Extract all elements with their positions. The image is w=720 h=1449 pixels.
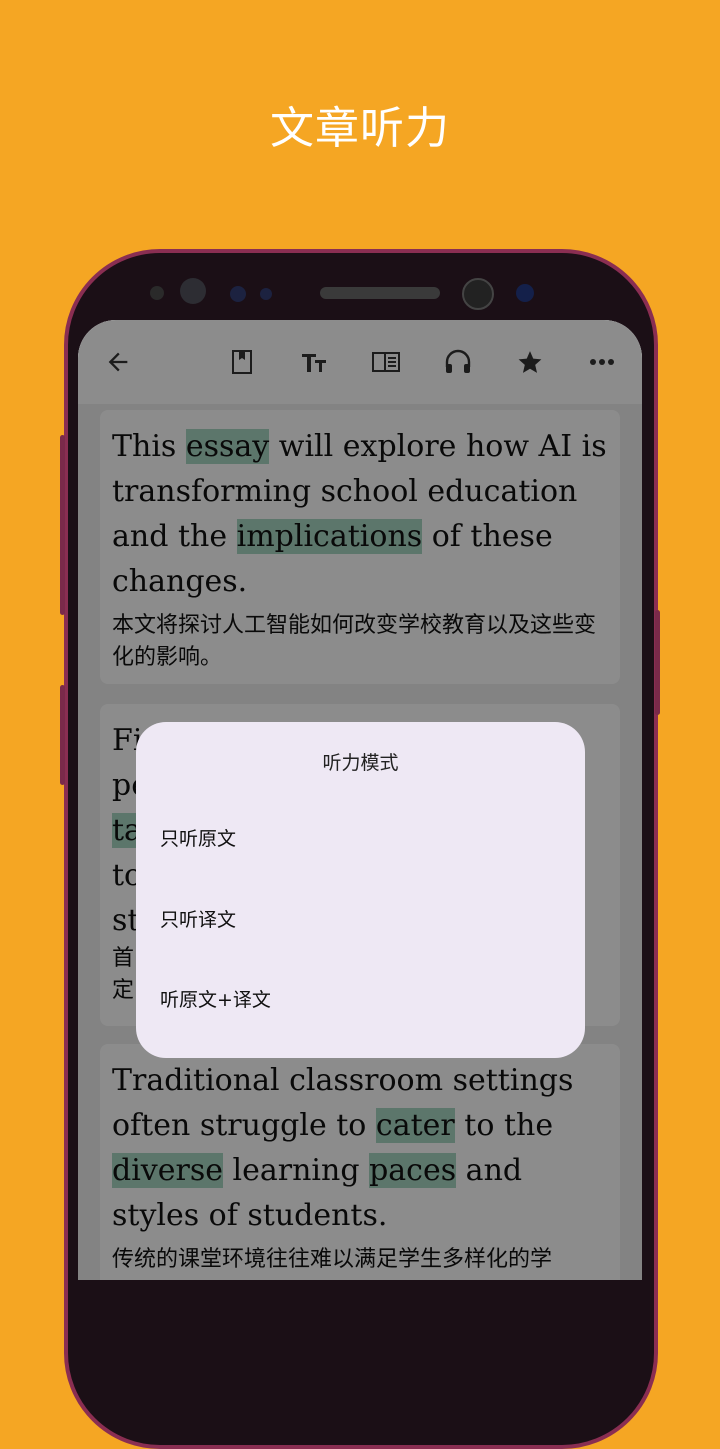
option-original-only[interactable]: 只听原文 [160,824,236,851]
promo-title: 文章听力 [270,103,450,154]
phone-side-button [60,435,65,615]
phone-notch [80,262,640,322]
listening-mode-dialog: 听力模式 只听原文 只听译文 听原文+译文 [136,722,585,1058]
option-original-and-translation[interactable]: 听原文+译文 [160,985,271,1012]
dialog-title: 听力模式 [322,752,399,774]
phone-side-button [655,610,660,715]
option-translation-only[interactable]: 只听译文 [160,905,236,932]
phone-side-button [60,685,65,785]
